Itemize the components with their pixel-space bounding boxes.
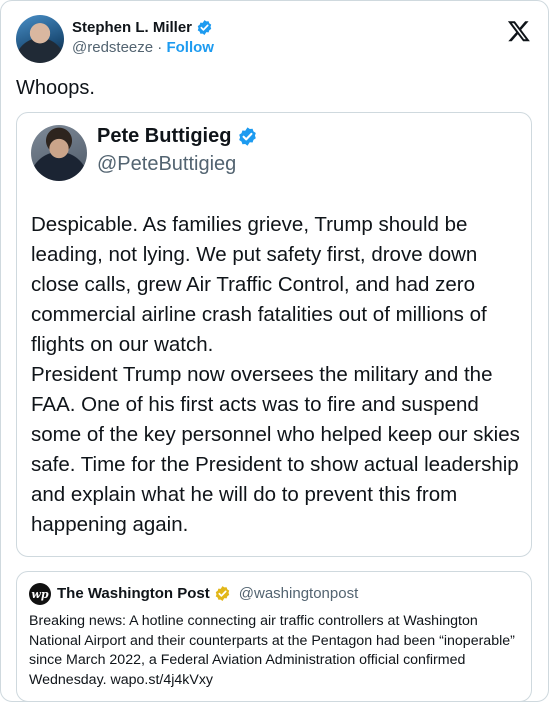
nested-post-text: Breaking news: A hotline connecting air … — [29, 613, 515, 688]
post-text: Whoops. — [16, 77, 95, 99]
dot-separator: · — [157, 39, 163, 56]
quoted-post-text: Despicable. As families grieve, Trump sh… — [31, 213, 520, 536]
gold-verified-badge-icon — [215, 586, 230, 601]
nested-author-name[interactable]: The Washington Post — [57, 585, 210, 602]
avatar[interactable] — [16, 15, 64, 63]
author-handle[interactable]: @redsteeze — [72, 39, 153, 56]
verified-badge-icon — [239, 127, 257, 146]
nested-author-row: The Washington Post @washingtonpost — [57, 585, 358, 602]
washington-post-logo-icon: wp — [29, 583, 51, 605]
nested-author-handle[interactable]: @washingtonpost — [239, 585, 358, 602]
verified-badge-icon — [197, 20, 212, 35]
quoted-author-name-row: Pete Buttigieg — [97, 125, 258, 148]
author-block: Stephen L. Miller @redsteeze · Follow — [72, 19, 214, 56]
quoted-post[interactable]: Pete Buttigieg @PeteButtigieg Despicable… — [16, 112, 532, 557]
follow-button[interactable]: Follow — [166, 39, 214, 56]
post-header: Stephen L. Miller @redsteeze · Follow — [16, 15, 533, 63]
author-name[interactable]: Stephen L. Miller — [72, 19, 192, 36]
author-subline: @redsteeze · Follow — [72, 39, 214, 56]
quoted-author-name[interactable]: Pete Buttigieg — [97, 125, 231, 148]
quoted-author-handle[interactable]: @PeteButtigieg — [97, 153, 236, 176]
author-name-row: Stephen L. Miller — [72, 19, 214, 36]
x-logo-icon[interactable] — [507, 19, 531, 43]
quoted-avatar[interactable] — [31, 125, 87, 181]
nested-quoted-post[interactable]: wp The Washington Post @washingtonpost B… — [16, 571, 532, 701]
embedded-post-card: Stephen L. Miller @redsteeze · Follow Wh… — [0, 0, 549, 702]
